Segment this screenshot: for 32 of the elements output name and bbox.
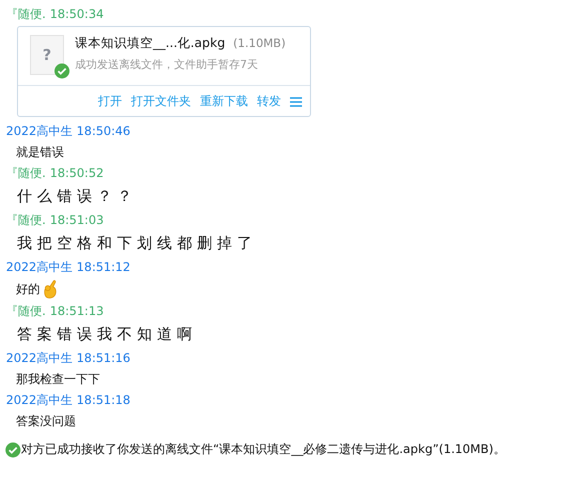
message-time: 18:50:34 [50, 6, 104, 23]
message-text: 我把空格和下划线都删掉了 [17, 234, 257, 252]
file-action-link[interactable]: 转发 [257, 93, 281, 110]
sender-name: 『随便. [6, 6, 46, 23]
sender-name: 『随便. [6, 165, 46, 182]
message-time: 18:51:03 [50, 212, 104, 229]
message-time: 18:51:18 [76, 392, 130, 409]
sender-name: 2022高中生 [6, 123, 73, 140]
menu-icon[interactable] [290, 96, 302, 106]
sender-name: 2022高中生 [6, 259, 73, 276]
sender-name: 2022高中生 [6, 392, 73, 409]
message-text: 就是错误 [16, 144, 64, 161]
message-time: 18:51:12 [76, 259, 130, 276]
message-text: 什么错误？？ [17, 187, 137, 205]
message-text: 答案错误我不知道啊 [17, 325, 197, 343]
message-time: 18:51:13 [50, 303, 104, 320]
file-action-link[interactable]: 打开文件夹 [131, 93, 191, 110]
system-notice: 对方已成功接收了你发送的离线文件“课本知识填空__必修二遗传与进化.apkg”(1.10MB)。 [21, 441, 506, 458]
file-name: 课本知识填空__...化.apkg [75, 35, 226, 52]
message-time: 18:50:52 [50, 165, 104, 182]
message-time: 18:51:16 [76, 350, 130, 367]
message-text: 答案没问题 [16, 413, 76, 430]
file-action-link[interactable]: 打开 [98, 93, 122, 110]
message-time: 18:50:46 [76, 123, 130, 140]
file-action-link[interactable]: 重新下载 [200, 93, 248, 110]
file-status: 成功发送离线文件，文件助手暂存7天 [75, 57, 259, 72]
sender-name: 『随便. [6, 303, 46, 320]
sender-name: 『随便. [6, 212, 46, 229]
message-text: 好的 [16, 281, 40, 298]
message-text: 那我检查一下下 [16, 371, 100, 388]
file-size: (1.10MB) [233, 36, 286, 50]
sender-name: 2022高中生 [6, 350, 73, 367]
